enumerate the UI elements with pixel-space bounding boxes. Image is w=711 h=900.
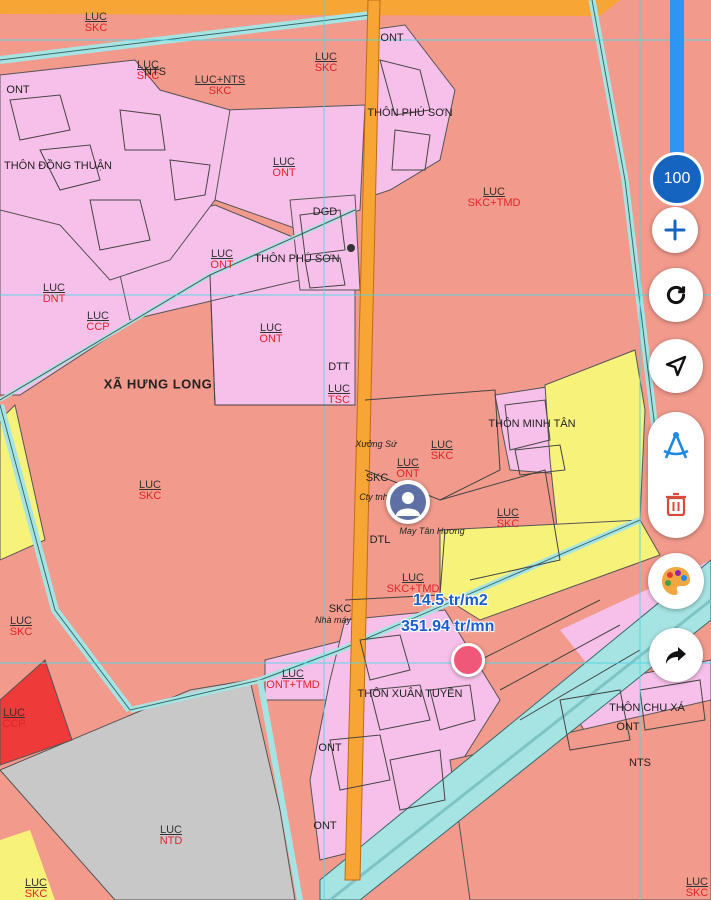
trash-icon <box>666 492 686 516</box>
land-use-map[interactable] <box>0 0 711 900</box>
refresh-icon <box>666 285 686 305</box>
plus-icon <box>664 219 686 241</box>
measure-button[interactable] <box>648 418 704 474</box>
share-button[interactable] <box>649 628 703 682</box>
refresh-button[interactable] <box>649 268 703 322</box>
price-total-label: 351.94 tr/mn <box>401 618 495 635</box>
price-per-m2-label: 14.5 tr/m2 <box>413 592 488 609</box>
navigate-icon <box>665 355 687 377</box>
layer-style-button[interactable] <box>648 553 704 609</box>
palette-icon <box>662 567 690 595</box>
selected-location-pin[interactable] <box>451 643 485 677</box>
user-location-marker[interactable] <box>386 480 430 524</box>
share-icon <box>666 647 686 664</box>
zoom-level-badge[interactable]: 100 <box>650 152 704 206</box>
locate-button[interactable] <box>649 339 703 393</box>
compass-icon <box>663 432 689 459</box>
zoom-slider-track[interactable] <box>670 0 684 175</box>
tools-panel <box>648 412 704 538</box>
delete-button[interactable] <box>648 476 704 532</box>
user-avatar-icon <box>390 484 426 520</box>
zoom-in-button[interactable] <box>652 207 698 253</box>
